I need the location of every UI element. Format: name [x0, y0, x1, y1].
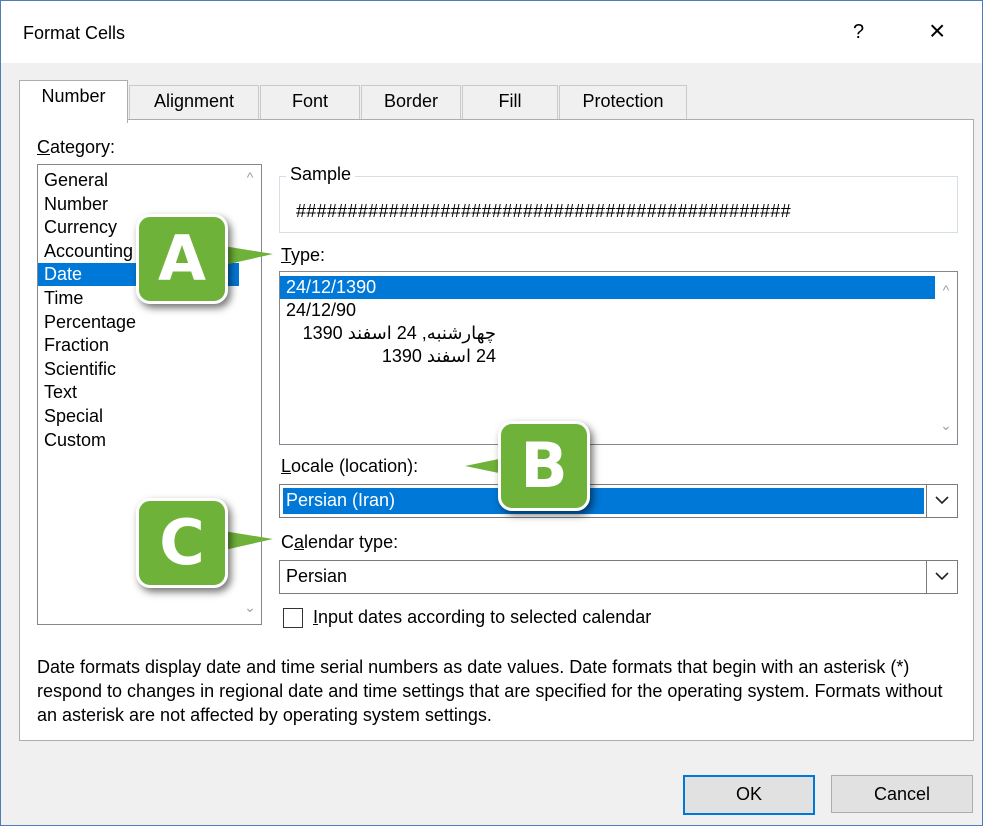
scroll-up-icon[interactable]: ^ — [939, 282, 953, 298]
cancel-button[interactable]: Cancel — [831, 775, 973, 813]
calendar-type-value: Persian — [286, 566, 348, 586]
category-label: Category: — [37, 137, 116, 157]
category-list-item[interactable]: Scientific — [38, 358, 239, 381]
locale-dropdown[interactable]: Persian (Iran) — [279, 484, 958, 518]
sample-title: Sample — [286, 164, 356, 185]
sample-value: ########################################… — [296, 201, 791, 221]
scroll-down-icon[interactable]: ⌄ — [939, 417, 953, 434]
type-scrollbar[interactable]: ^ ⌄ — [935, 272, 957, 444]
scroll-down-icon[interactable]: ⌄ — [243, 599, 257, 616]
panel-content: Category: General Number Currency Accountin… — [1, 1, 982, 825]
type-list-item[interactable]: چهارشنبه, 24 اسفند 1390 — [280, 322, 496, 345]
type-label: Type: — [281, 245, 326, 265]
type-list-item[interactable]: 24/12/90 — [280, 299, 935, 322]
category-list-item[interactable]: Percentage — [38, 311, 239, 334]
category-list-item[interactable]: Fraction — [38, 334, 239, 357]
category-list-item[interactable]: Special — [38, 405, 239, 428]
category-list-item[interactable]: General — [38, 169, 239, 192]
format-cells-dialog: Format Cells ? × Number Alignment Font B… — [0, 0, 983, 826]
category-list-item[interactable]: Custom — [38, 429, 239, 452]
format-description: Date formats display date and time seria… — [37, 657, 943, 725]
type-list-item[interactable]: 24 اسفند 1390 — [280, 345, 496, 368]
chevron-down-icon — [935, 496, 949, 505]
calendar-dropdown-button[interactable] — [926, 561, 957, 593]
sample-group: Sample #################################… — [279, 164, 958, 233]
type-list-item[interactable]: 24/12/1390 — [280, 276, 935, 299]
locale-label: Locale (location): — [281, 456, 419, 476]
category-list-item[interactable]: Number — [38, 193, 239, 216]
callout-a: A — [136, 214, 228, 304]
locale-value: Persian (Iran) — [286, 490, 396, 510]
input-dates-label: Input dates according to selected calend… — [313, 607, 652, 627]
type-list[interactable]: 24/12/1390 24/12/90 چهارشنبه, 24 اسفند 139… — [279, 271, 958, 445]
category-list-item[interactable]: Text — [38, 381, 239, 404]
input-dates-checkbox[interactable] — [283, 608, 303, 628]
scroll-up-icon[interactable]: ^ — [243, 169, 257, 185]
calendar-type-dropdown[interactable]: Persian — [279, 560, 958, 594]
callout-b: B — [498, 421, 590, 511]
chevron-down-icon — [935, 572, 949, 581]
ok-button[interactable]: OK — [683, 775, 815, 815]
callout-c: C — [136, 498, 228, 588]
locale-dropdown-button[interactable] — [926, 485, 957, 517]
calendar-type-label: Calendar type: — [281, 532, 399, 552]
